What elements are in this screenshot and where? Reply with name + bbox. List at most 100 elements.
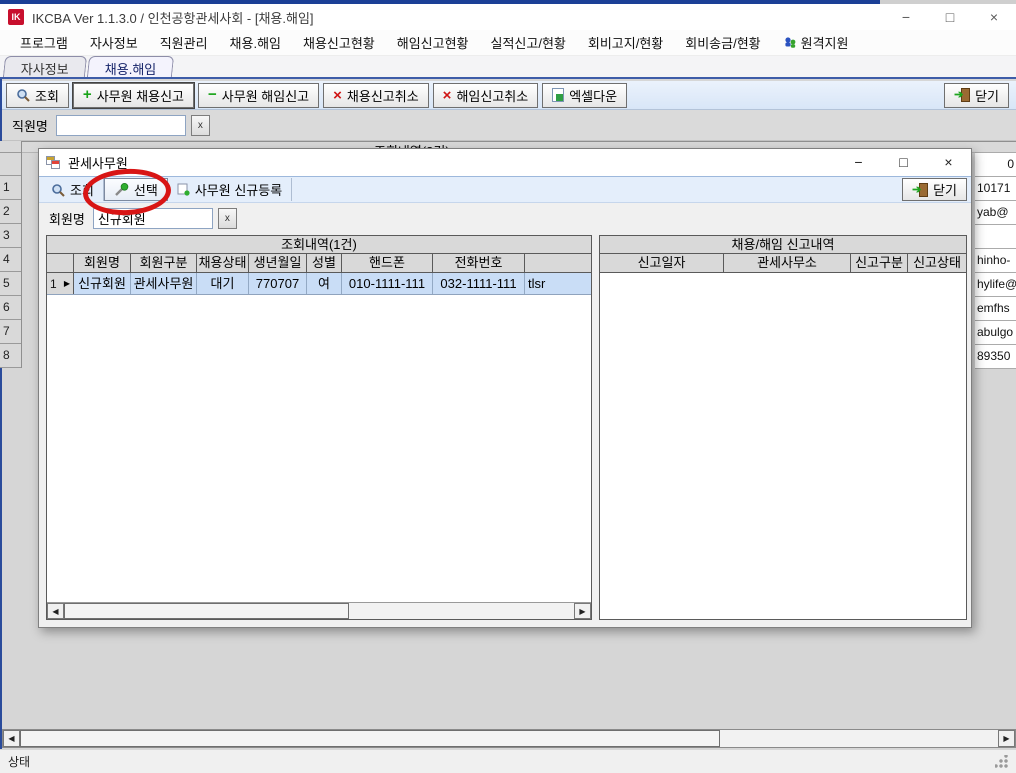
report-column-header-row: 신고일자 관세사무소 신고구분 신고상태 — [600, 254, 966, 273]
member-name-clear-button[interactable]: x — [218, 208, 237, 229]
menu-hire-dismiss[interactable]: 채용.해임 — [219, 33, 292, 52]
excel-download-button[interactable]: 엑셀다운 — [542, 83, 627, 108]
cell-partial[interactable]: tlsr — [525, 273, 591, 294]
plus-icon: + — [83, 89, 92, 101]
partial-cell: 0 — [975, 153, 1016, 177]
current-row-marker-icon: ▶ — [64, 279, 70, 288]
window-title: IKCBA Ver 1.1.3.0 / 인천공항관세사회 - [채용.해임] — [32, 8, 314, 27]
employee-name-clear-button[interactable]: x — [191, 115, 210, 136]
row-number: 7 — [0, 320, 21, 344]
col-report-type: 신고구분 — [851, 254, 908, 272]
employee-name-label: 직원명 — [12, 116, 48, 135]
menu-dismiss-report-status[interactable]: 해임신고현황 — [386, 33, 480, 52]
dialog-search-button[interactable]: 조회 — [42, 178, 104, 201]
partial-cell: abulgo — [975, 321, 1016, 345]
exit-door-icon: ➔ — [912, 183, 928, 197]
menu-company-info[interactable]: 자사정보 — [79, 33, 149, 52]
main-hscrollbar: ◀ ▶ — [2, 729, 1016, 748]
col-member-name: 회원명 — [74, 254, 131, 272]
clerk-hire-report-button[interactable]: + 사무원 채용신고 — [73, 83, 194, 108]
cell-mobile[interactable]: 010-1111-111 — [342, 273, 433, 294]
row-number: 1 — [0, 176, 21, 200]
cell-member-type[interactable]: 관세사무원 — [131, 273, 197, 294]
search-button[interactable]: 조회 — [6, 83, 69, 108]
menu-fee-notice[interactable]: 회비고지/현황 — [577, 33, 674, 52]
dialog-title: 관세사무원 — [68, 153, 128, 172]
menu-program[interactable]: 프로그램 — [9, 33, 79, 52]
menu-hire-report-status[interactable]: 채용신고현황 — [292, 33, 386, 52]
cell-phone[interactable]: 032-1111-111 — [433, 273, 525, 294]
close-page-button[interactable]: ➔ 닫기 — [944, 83, 1009, 108]
main-toolbar: 조회 + 사무원 채용신고 − 사무원 해임신고 × 채용신고취소 × 해임신고… — [2, 81, 1016, 110]
col-birth-date: 생년월일 — [249, 254, 307, 272]
employee-name-input[interactable] — [56, 115, 186, 136]
member-result-grid: 조회내역(1건) 회원명 회원구분 채용상태 생년월일 성별 핸드폰 전화번호 … — [46, 235, 592, 620]
menu-remote-support[interactable]: 원격지원 — [772, 33, 860, 52]
scrollbar-track[interactable] — [720, 730, 998, 747]
cell-member-name[interactable]: 신규회원 — [74, 273, 131, 294]
background-grid-partial-column: 0 10171 yab@ hinho- hylife@ emfhs abulgo… — [975, 141, 1016, 369]
dialog-maximize-icon[interactable]: □ — [881, 149, 926, 176]
member-name-label: 회원명 — [49, 209, 85, 228]
result-group-header: 조회내역(1건) — [47, 236, 591, 254]
close-icon[interactable]: × — [972, 4, 1016, 30]
dialog-close-icon[interactable]: × — [926, 149, 971, 176]
dialog-select-button[interactable]: 선택 — [104, 178, 168, 201]
scroll-left-icon[interactable]: ◀ — [47, 603, 64, 619]
hire-report-cancel-button[interactable]: × 채용신고취소 — [323, 83, 429, 108]
col-hire-status: 채용상태 — [197, 254, 249, 272]
menu-fee-remit[interactable]: 회비송금/현황 — [674, 33, 771, 52]
dismiss-report-cancel-button[interactable]: × 해임신고취소 — [433, 83, 539, 108]
excel-icon — [552, 88, 564, 102]
scrollbar-track[interactable] — [349, 603, 574, 619]
scrollbar-thumb[interactable] — [64, 603, 349, 619]
remote-support-icon — [783, 36, 797, 49]
partial-cell — [975, 225, 1016, 249]
partial-cell: yab@ — [975, 201, 1016, 225]
member-row-selected[interactable]: 1 ▶ 신규회원 관세사무원 대기 770707 여 010-1111-111 … — [47, 273, 591, 295]
report-grid-empty-area — [600, 273, 966, 619]
clerk-dismiss-report-button[interactable]: − 사무원 해임신고 — [198, 83, 319, 108]
partial-cell: hylife@ — [975, 273, 1016, 297]
status-bar: 상태 — [0, 749, 1016, 773]
member-filter-row: 회원명 x — [39, 203, 971, 234]
dialog-minimize-icon[interactable]: − — [836, 149, 881, 176]
row-number: 8 — [0, 344, 21, 368]
row-number: 6 — [0, 296, 21, 320]
scroll-left-icon[interactable]: ◀ — [3, 730, 20, 747]
col-member-type: 회원구분 — [131, 254, 197, 272]
menu-performance-report[interactable]: 실적신고/현황 — [480, 33, 577, 52]
dialog-register-clerk-button[interactable]: 사무원 신규등록 — [168, 178, 292, 201]
cell-hire-status[interactable]: 대기 — [197, 273, 249, 294]
resize-grip[interactable] — [995, 755, 1008, 768]
scrollbar-thumb[interactable] — [20, 730, 720, 747]
cell-gender[interactable]: 여 — [307, 273, 342, 294]
scroll-right-icon[interactable]: ▶ — [574, 603, 591, 619]
customs-clerk-dialog: 관세사무원 − □ × 조회 선택 사무원 신규등록 — [38, 148, 972, 628]
exit-door-icon: ➔ — [954, 88, 970, 102]
scroll-right-icon[interactable]: ▶ — [998, 730, 1015, 747]
tab-hire-dismiss[interactable]: 채용.해임 — [87, 56, 175, 77]
dialog-close-button[interactable]: ➔ 닫기 — [902, 178, 967, 201]
search-icon — [16, 88, 30, 102]
background-grid-row-numbers: 1 2 3 4 5 6 7 8 — [0, 141, 22, 368]
red-x-icon: × — [443, 89, 452, 102]
col-report-date: 신고일자 — [600, 254, 724, 272]
maximize-icon[interactable]: □ — [928, 4, 972, 30]
red-x-icon: × — [333, 89, 342, 102]
col-report-status: 신고상태 — [908, 254, 966, 272]
employee-filter-row: 직원명 x — [2, 110, 1016, 141]
member-name-input[interactable] — [93, 208, 213, 229]
picker-pin-icon — [114, 183, 129, 197]
dialog-title-bar: 관세사무원 − □ × — [39, 149, 971, 176]
minus-icon: − — [208, 89, 217, 101]
partial-cell: emfhs — [975, 297, 1016, 321]
minimize-icon[interactable]: − — [884, 4, 928, 30]
search-icon — [51, 183, 65, 197]
result-grid-hscrollbar: ◀ ▶ — [47, 602, 591, 619]
cell-birth-date[interactable]: 770707 — [249, 273, 307, 294]
menu-staff-mgmt[interactable]: 직원관리 — [149, 33, 219, 52]
row-number: 3 — [0, 224, 21, 248]
report-group-header: 채용/해임 신고내역 — [600, 236, 966, 254]
tab-company-info[interactable]: 자사정보 — [3, 56, 87, 77]
